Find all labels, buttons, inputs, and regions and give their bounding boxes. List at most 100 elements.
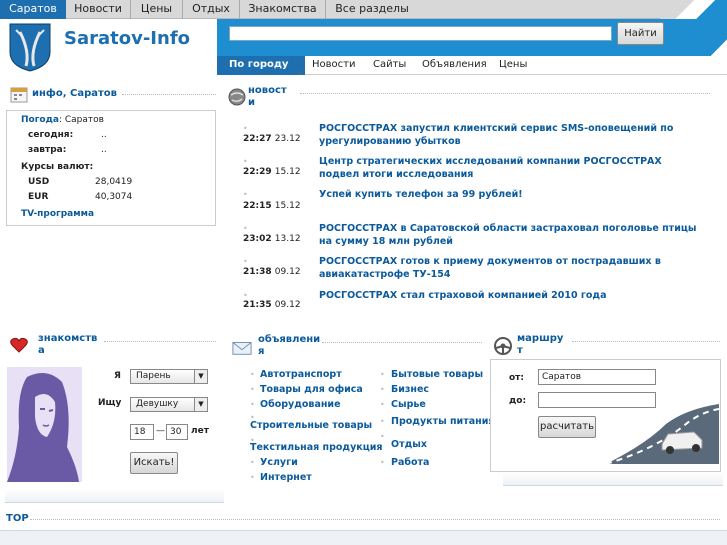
ad-link[interactable]: Бизнес xyxy=(391,384,429,395)
ad-link[interactable]: Оборудование xyxy=(260,399,341,410)
news-item-title[interactable]: РОСГОССТРАХ в Саратовской области застра… xyxy=(319,222,699,248)
dating-heading-line xyxy=(104,341,216,342)
ad-link[interactable]: Бытовые товары xyxy=(391,369,483,380)
news-date: 23.12 xyxy=(274,134,301,144)
news-item-time: 22:27 23.12 xyxy=(243,134,301,144)
news-date: 09.12 xyxy=(274,300,301,310)
news-date: 09.12 xyxy=(274,267,301,277)
top-nav-dating[interactable]: Знакомства xyxy=(240,0,326,19)
ad-link[interactable]: Интернет xyxy=(260,472,312,483)
age-to-input[interactable]: 30 xyxy=(166,424,188,440)
search-panel: Найти xyxy=(217,19,697,56)
route-calculate-button[interactable]: расчитать xyxy=(538,416,596,438)
ad-link[interactable]: Услуги xyxy=(260,457,298,468)
dating-panel-footer xyxy=(5,489,224,503)
ad-link[interactable]: Текстильная продукция xyxy=(250,442,383,453)
news-item-title[interactable]: Успей купить телефон за 99 рублей! xyxy=(319,188,699,201)
woman-portrait-icon xyxy=(7,367,82,482)
route-from-label: от: xyxy=(509,373,524,383)
tomorrow-label: завтра: xyxy=(28,145,67,155)
tv-program-link[interactable]: TV-программа xyxy=(21,209,94,219)
news-dot: • xyxy=(243,157,248,166)
news-item-title[interactable]: Центр стратегических исследований компан… xyxy=(319,155,699,181)
seek-gender-value: Девушку xyxy=(136,399,179,409)
ad-dot: • xyxy=(250,385,255,394)
age-from-input[interactable]: 18 xyxy=(130,424,154,440)
dating-heading-line1: знакомств xyxy=(38,333,98,344)
ads-heading-line xyxy=(322,342,482,343)
i-gender-select[interactable]: Парень ▼ xyxy=(130,369,208,384)
news-item-time: 22:29 15.12 xyxy=(243,167,301,177)
news-time: 21:38 xyxy=(243,267,272,277)
top-link[interactable]: TOP xyxy=(6,513,29,524)
news-dot: • xyxy=(243,124,248,133)
ad-link[interactable]: Сырье xyxy=(391,399,426,410)
tab-ads[interactable]: Объявления xyxy=(422,56,487,75)
tab-by-city[interactable]: По городу xyxy=(217,56,305,75)
news-dot: • xyxy=(243,190,248,199)
top-nav-all-sections[interactable]: Все разделы xyxy=(326,0,418,19)
ad-link[interactable]: Товары для офиса xyxy=(260,384,363,395)
ad-link[interactable]: Автотранспорт xyxy=(260,369,342,380)
top-wing-decor xyxy=(690,0,727,19)
ad-link[interactable]: Продукты питания xyxy=(391,416,494,427)
news-time: 22:15 xyxy=(243,201,272,211)
search-button[interactable]: Найти xyxy=(617,22,664,45)
news-item-time: 22:15 15.12 xyxy=(243,201,301,211)
seek-gender-select[interactable]: Девушку ▼ xyxy=(130,397,208,412)
weather-city: : Саратов xyxy=(58,115,104,125)
news-date: 15.12 xyxy=(274,201,301,211)
top-nav-saratov[interactable]: Саратов xyxy=(0,0,66,19)
ad-link[interactable]: Отдых xyxy=(391,439,427,450)
dating-search-button[interactable]: Искать! xyxy=(130,452,178,474)
city-navigation: По городу Новости Сайты Объявления Цены xyxy=(217,56,727,75)
news-item-title[interactable]: РОСГОССТРАХ запустил клиентский сервис S… xyxy=(319,122,699,148)
today-value: .. xyxy=(101,130,107,140)
ad-dot: • xyxy=(380,370,385,379)
search-input[interactable] xyxy=(229,26,612,41)
news-time: 22:29 xyxy=(243,167,272,177)
news-heading-line2: и xyxy=(248,97,256,108)
ad-dot: • xyxy=(380,458,385,467)
news-item-time: 21:35 09.12 xyxy=(243,300,301,310)
route-from-input[interactable]: Саратов xyxy=(538,369,656,385)
news-dot: • xyxy=(243,257,248,266)
top-nav-leisure[interactable]: Отдых xyxy=(183,0,240,19)
top-navigation: Саратов Новости Цены Отдых Знакомства Вс… xyxy=(0,0,727,19)
news-item-title[interactable]: РОСГОССТРАХ готов к приему документов от… xyxy=(319,255,699,281)
info-heading-line xyxy=(122,94,216,95)
road-car-image xyxy=(606,404,719,464)
logo-area[interactable]: Saratov-Info xyxy=(0,19,217,75)
route-heading-line2: т xyxy=(517,345,523,356)
ad-link[interactable]: Работа xyxy=(391,457,429,468)
tab-news[interactable]: Новости xyxy=(312,56,355,75)
news-dot: • xyxy=(243,224,248,233)
footer-line xyxy=(30,519,720,520)
i-label: Я xyxy=(114,371,121,381)
ad-dot: • xyxy=(250,458,255,467)
eur-value: 40,3074 xyxy=(95,192,133,202)
steering-wheel-icon xyxy=(494,337,512,355)
usd-label: USD xyxy=(28,177,50,187)
ad-dot: • xyxy=(250,473,255,482)
news-dot: • xyxy=(243,291,248,300)
ad-link[interactable]: Строительные товары xyxy=(250,420,372,431)
news-item-time: 21:38 09.12 xyxy=(243,267,301,277)
route-heading-line1: маршру xyxy=(517,333,564,344)
dating-heading-line2: а xyxy=(38,345,45,356)
ad-dot: • xyxy=(250,370,255,379)
tab-prices[interactable]: Цены xyxy=(499,56,527,75)
top-nav-news[interactable]: Новости xyxy=(66,0,131,19)
route-panel-footer xyxy=(503,472,723,486)
news-heading-line xyxy=(300,93,710,94)
news-item-title[interactable]: РОСГОССТРАХ стал страховой компанией 201… xyxy=(319,289,699,302)
today-label: сегодня: xyxy=(28,130,74,140)
logo-text: Saratov-Info xyxy=(64,28,191,49)
weather-line: Погода: Саратов xyxy=(21,115,104,125)
news-globe-icon xyxy=(228,88,246,106)
news-item-time: 23:02 13.12 xyxy=(243,234,301,244)
tab-sites[interactable]: Сайты xyxy=(373,56,406,75)
top-nav-prices[interactable]: Цены xyxy=(131,0,183,19)
weather-link[interactable]: Погода xyxy=(21,115,59,125)
news-date: 13.12 xyxy=(274,234,301,244)
